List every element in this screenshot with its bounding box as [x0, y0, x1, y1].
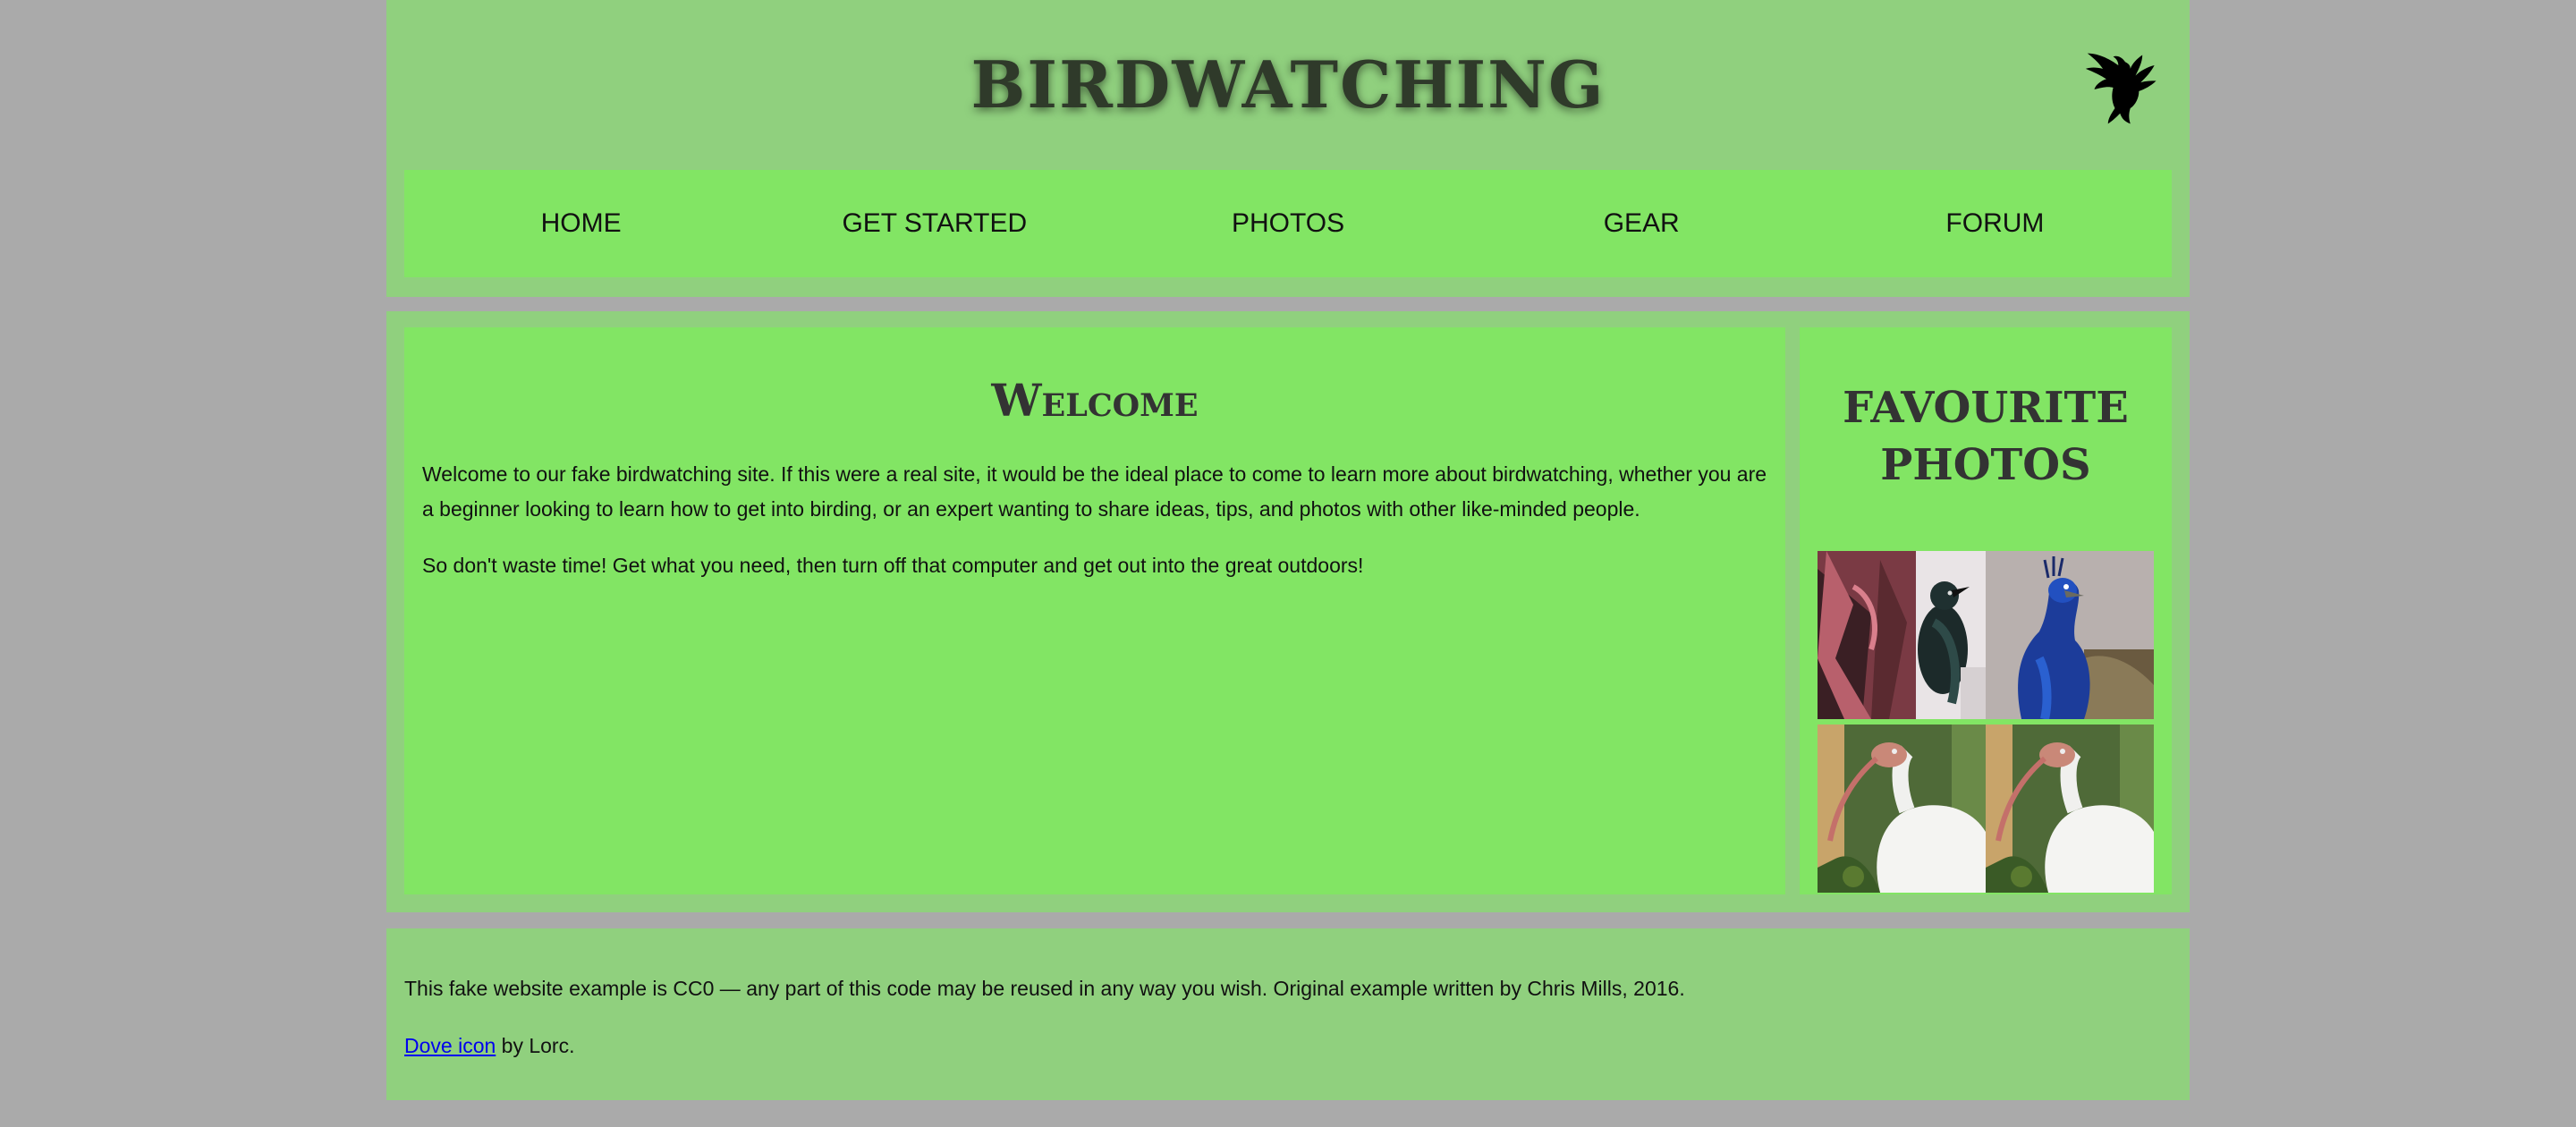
welcome-paragraph: Welcome to our fake birdwatching site. I…: [422, 462, 1767, 521]
photo-grid: [1818, 551, 2154, 893]
favourite-photos-panel: Favourite photos: [1800, 327, 2172, 894]
nav-get-started[interactable]: GET STARTED: [758, 208, 1111, 239]
tui-bird-photo[interactable]: [1818, 551, 1986, 719]
white-ibis-photo[interactable]: [1818, 724, 1986, 893]
credit-suffix: by Lorc.: [496, 1034, 575, 1057]
site-footer: This fake website example is CC0 — any p…: [386, 928, 2190, 1100]
license-text: This fake website example is CC0 — any p…: [404, 977, 1685, 1000]
credit-line: Dove icon by Lorc.: [404, 1029, 2172, 1063]
main-section: Welcome Welcome to our fake birdwatching…: [386, 311, 2190, 912]
site-title: Birdwatching: [970, 47, 1606, 123]
welcome-paragraph: So don't waste time! Get what you need, …: [422, 554, 1364, 577]
nav-photos[interactable]: PHOTOS: [1111, 208, 1464, 239]
dove-icon: [2082, 45, 2168, 131]
welcome-heading: Welcome: [991, 374, 1199, 427]
site-header: Birdwatching HOME GET STARTED PHOTOS GEA…: [386, 0, 2190, 297]
dove-icon-credit-link[interactable]: Dove icon: [404, 1034, 496, 1057]
white-ibis-photo[interactable]: [1986, 724, 2154, 893]
nav-forum[interactable]: FORUM: [1818, 208, 2172, 239]
page: Birdwatching HOME GET STARTED PHOTOS GEA…: [386, 0, 2190, 1127]
favourite-photos-heading: Favourite photos: [1843, 383, 2129, 490]
main-nav: HOME GET STARTED PHOTOS GEAR FORUM: [404, 170, 2172, 277]
peacock-photo[interactable]: [1986, 551, 2154, 719]
nav-home[interactable]: HOME: [404, 208, 758, 239]
welcome-article: Welcome Welcome to our fake birdwatching…: [404, 327, 1785, 894]
nav-gear[interactable]: GEAR: [1465, 208, 1818, 239]
